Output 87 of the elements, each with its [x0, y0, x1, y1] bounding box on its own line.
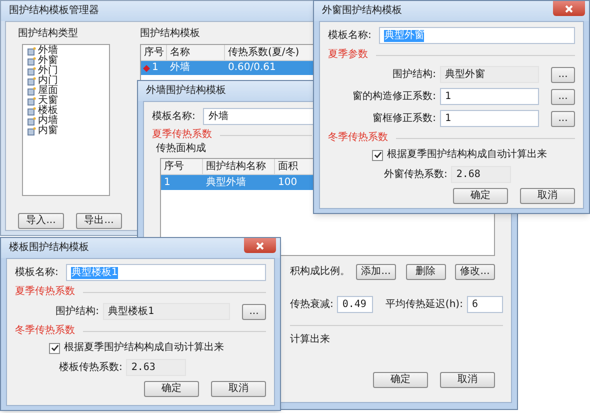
- input-field[interactable]: 2.68: [451, 166, 512, 183]
- window-title: 外墙围护结构模板: [146, 85, 226, 97]
- field-label: 窗的构造修正系数:: [352, 90, 436, 102]
- table-cell-text: 1: [163, 176, 172, 188]
- column-header: 围护结构名称: [203, 159, 275, 174]
- structure-icon: [27, 116, 36, 126]
- column-header: 名称: [167, 45, 225, 60]
- structure-icon: [27, 56, 36, 66]
- group-label: 传热面构成: [156, 143, 206, 155]
- structure-icon: [27, 66, 36, 76]
- structure-icon: [27, 46, 36, 56]
- dialog-button[interactable]: ...: [551, 66, 575, 82]
- table-cell: 1: [152, 62, 158, 74]
- group-label: 围护结构模板: [140, 28, 200, 40]
- window-title: 外窗围护结构模板: [322, 5, 402, 17]
- check-icon: [374, 151, 382, 159]
- input-field[interactable]: 6: [466, 296, 503, 313]
- diamond-icon: [143, 64, 150, 72]
- dialog-button[interactable]: 导入...: [18, 213, 64, 229]
- checkbox-label: 根据夏季围护结构构成自动计算出来: [64, 342, 224, 354]
- dialog-button[interactable]: 修改...: [455, 264, 495, 280]
- table-cell-text: 外墙: [169, 62, 191, 74]
- section-heading: 夏季传热系数: [15, 286, 75, 298]
- dialog-button[interactable]: 取消: [520, 188, 575, 204]
- dialog-button[interactable]: ...: [551, 110, 575, 126]
- input-field[interactable]: 0.49: [337, 296, 374, 313]
- dialog-button[interactable]: ...: [551, 88, 575, 104]
- list-item[interactable]: 内窗: [38, 126, 58, 136]
- field-label: 平均传热延迟(h):: [385, 298, 463, 310]
- list-item[interactable]: 外窗: [38, 56, 58, 66]
- input-field[interactable]: 1: [440, 88, 539, 105]
- field-label: 楼板传热系数:: [59, 362, 122, 374]
- column-header: 序号: [141, 45, 167, 60]
- hint-text: 计算出来: [290, 334, 330, 346]
- dialog-button[interactable]: 取消: [440, 372, 495, 388]
- checkbox[interactable]: [372, 150, 383, 160]
- table-cell-text: 典型外墙: [205, 176, 247, 188]
- close-button[interactable]: [244, 238, 276, 253]
- structure-icon: [27, 106, 36, 116]
- field-label: 模板名称:: [152, 110, 196, 122]
- field-label: 围护结构:: [392, 68, 436, 80]
- dialog-button[interactable]: 确定: [144, 381, 199, 397]
- input-field[interactable]: 2.63: [126, 359, 186, 376]
- window-title: 楼板围护结构模板: [9, 242, 89, 254]
- table-cell-text: 100: [277, 176, 298, 188]
- list-item[interactable]: 内墙: [38, 116, 58, 126]
- field-label: 外窗传热系数:: [384, 168, 448, 180]
- window-title: 围护结构模板管理器: [9, 5, 99, 17]
- field-label: 窗框修正系数:: [372, 112, 436, 124]
- hint-text: 积构成比例。: [290, 266, 351, 278]
- dialog-button[interactable]: 导出...: [76, 213, 122, 229]
- list-item[interactable]: 楼板: [38, 106, 58, 116]
- check-icon: [50, 344, 58, 352]
- list-item[interactable]: 外门: [38, 66, 58, 76]
- field-label: 围护结构:: [54, 306, 99, 318]
- section-heading: 夏季传热系数: [152, 129, 212, 141]
- field-label: 传热衰减:: [290, 298, 334, 310]
- section-heading: 冬季传热系数: [15, 325, 75, 337]
- dialog-button[interactable]: 添加...: [356, 264, 396, 280]
- list-item[interactable]: 外墙: [38, 46, 58, 56]
- input-field[interactable]: 典型外窗: [440, 66, 539, 83]
- dialog-button[interactable]: 取消: [211, 381, 266, 397]
- structure-icon: [27, 86, 36, 96]
- column-header: 序号: [161, 159, 203, 174]
- table-cell-text: 0.60/0.61: [227, 62, 277, 74]
- list-item[interactable]: 内门: [38, 76, 58, 86]
- close-icon: [565, 4, 573, 12]
- checkbox-label: 根据夏季围护结构构成自动计算出来: [387, 149, 547, 161]
- group-label: 围护结构类型: [18, 28, 78, 40]
- dialog-button[interactable]: 删除: [406, 264, 446, 280]
- structure-icon: [27, 126, 36, 136]
- section-heading: 夏季参数: [328, 49, 368, 61]
- field-label: 模板名称:: [328, 30, 372, 42]
- structure-icon: [27, 96, 36, 106]
- input-field[interactable]: 1: [440, 110, 539, 127]
- dialog-button[interactable]: ...: [242, 304, 266, 320]
- dialog-button[interactable]: 确定: [373, 372, 428, 388]
- list-item[interactable]: 天窗: [38, 96, 58, 106]
- input-field[interactable]: 典型楼板1: [103, 303, 230, 320]
- dialog-button[interactable]: 确定: [453, 188, 508, 204]
- list-item[interactable]: 屋面: [38, 86, 58, 96]
- field-label: 模板名称:: [15, 266, 58, 278]
- checkbox[interactable]: [49, 342, 60, 354]
- structure-icon: [27, 76, 36, 86]
- close-icon: [256, 242, 264, 250]
- close-button[interactable]: [553, 1, 585, 16]
- section-heading: 冬季传热系数: [328, 132, 388, 144]
